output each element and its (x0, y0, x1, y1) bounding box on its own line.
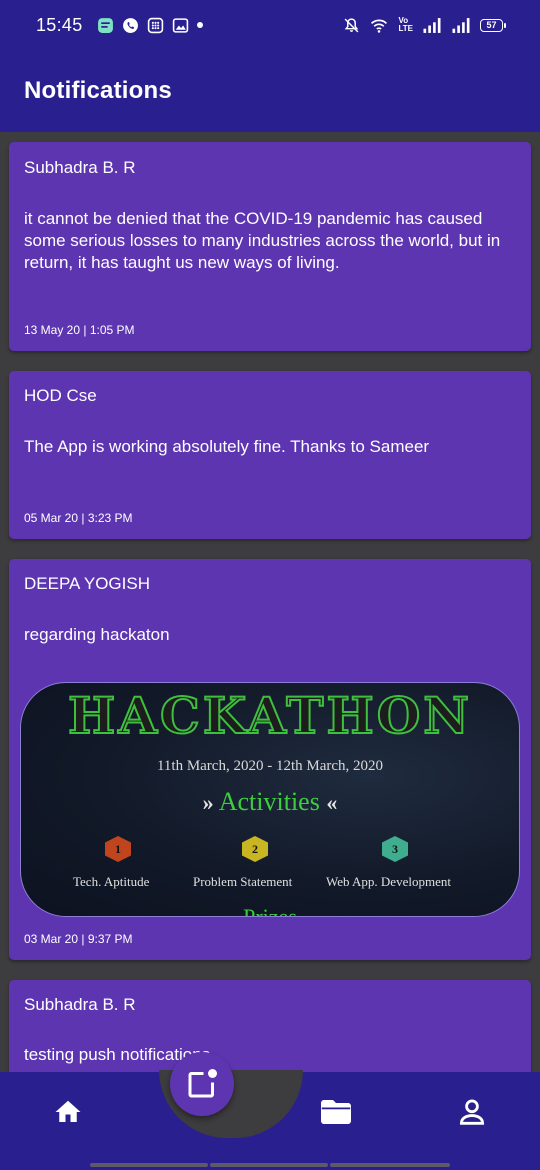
app-bar: Notifications (0, 50, 540, 132)
grid-app-icon (147, 17, 163, 33)
gallery-icon (172, 17, 188, 33)
status-time: 15:45 (36, 14, 83, 35)
activity-1-label: Tech. Aptitude (73, 874, 150, 889)
notification-sender: Subhadra B. R (24, 158, 136, 177)
notification-message: The App is working absolutely fine. Than… (24, 437, 430, 456)
person-icon (459, 1099, 485, 1125)
signal-strength-icon (423, 17, 441, 33)
gesture-bar-middle (210, 1163, 328, 1167)
activity-1-badge: 1 (105, 836, 131, 862)
notification-message: regarding hackaton (24, 625, 170, 644)
nav-files-button[interactable] (316, 1094, 356, 1130)
battery-indicator: 57 (480, 18, 506, 32)
folder-icon (321, 1100, 351, 1124)
activity-3-badge: 3 (382, 836, 408, 862)
notification-date: 05 Mar 20 | 3:23 PM (24, 511, 133, 525)
gesture-bar-left (90, 1163, 208, 1167)
lte-label: LTE (398, 24, 413, 33)
notification-card[interactable]: Subhadra B. R it cannot be denied that t… (9, 142, 531, 351)
hackathon-activities-heading: » Activities « (21, 787, 519, 817)
notification-sender: Subhadra B. R (24, 995, 136, 1014)
more-notifications-dot (196, 22, 203, 28)
notification-card[interactable]: Subhadra B. R testing push notifications (9, 980, 531, 1072)
wifi-icon (371, 19, 388, 33)
notification-date: 03 Mar 20 | 9:37 PM (24, 932, 133, 946)
activity-3-label: Web App. Development (326, 874, 451, 889)
notification-image[interactable]: HACKATHON 11th March, 2020 - 12th March,… (20, 682, 520, 917)
whatsapp-icon (122, 17, 138, 33)
chevron-left-icon: « (326, 790, 338, 815)
notification-message: testing push notifications (24, 1045, 211, 1064)
mute-bell-icon (345, 17, 359, 32)
notification-badge-icon (188, 1069, 217, 1098)
hackathon-dates: 11th March, 2020 - 12th March, 2020 (156, 758, 384, 774)
notification-card[interactable]: HOD Cse The App is working absolutely fi… (9, 371, 531, 539)
activity-2-badge: 2 (242, 836, 268, 862)
nav-home-button[interactable] (48, 1094, 88, 1130)
status-notification-icons (97, 17, 203, 34)
signal-strength-2-icon (452, 17, 470, 33)
hackathon-title: HACKATHON (67, 685, 473, 746)
activities-label: Activities (218, 787, 320, 816)
nav-notifications-button[interactable] (170, 1052, 234, 1116)
notification-sender: DEEPA YOGISH (24, 574, 150, 593)
home-icon (55, 1100, 81, 1122)
hackathon-prizes-heading: Prizes (243, 904, 297, 917)
battery-level: 57 (480, 18, 503, 32)
notification-message: it cannot be denied that the COVID-19 pa… (24, 209, 501, 272)
volte-indicator: Vo LTE (398, 17, 413, 33)
activity-2-label: Problem Statement (193, 874, 293, 889)
notification-date: 13 May 20 | 1:05 PM (24, 323, 135, 337)
bottom-navigation (0, 1052, 540, 1170)
gesture-bar-right (330, 1163, 450, 1167)
notification-sender: HOD Cse (24, 386, 97, 405)
page-title: Notifications (24, 77, 172, 104)
status-bar: 15:45 Vo LTE 57 (0, 0, 540, 50)
status-system-icons: Vo LTE 57 (343, 17, 506, 34)
notification-card[interactable]: DEEPA YOGISH regarding hackaton HACKATHO… (9, 559, 531, 960)
notification-list[interactable]: Subhadra B. R it cannot be denied that t… (0, 132, 540, 1072)
chevron-right-icon: » (202, 790, 214, 815)
nav-profile-button[interactable] (452, 1094, 492, 1130)
chat-app-icon (97, 17, 113, 33)
battery-tip (504, 22, 506, 28)
